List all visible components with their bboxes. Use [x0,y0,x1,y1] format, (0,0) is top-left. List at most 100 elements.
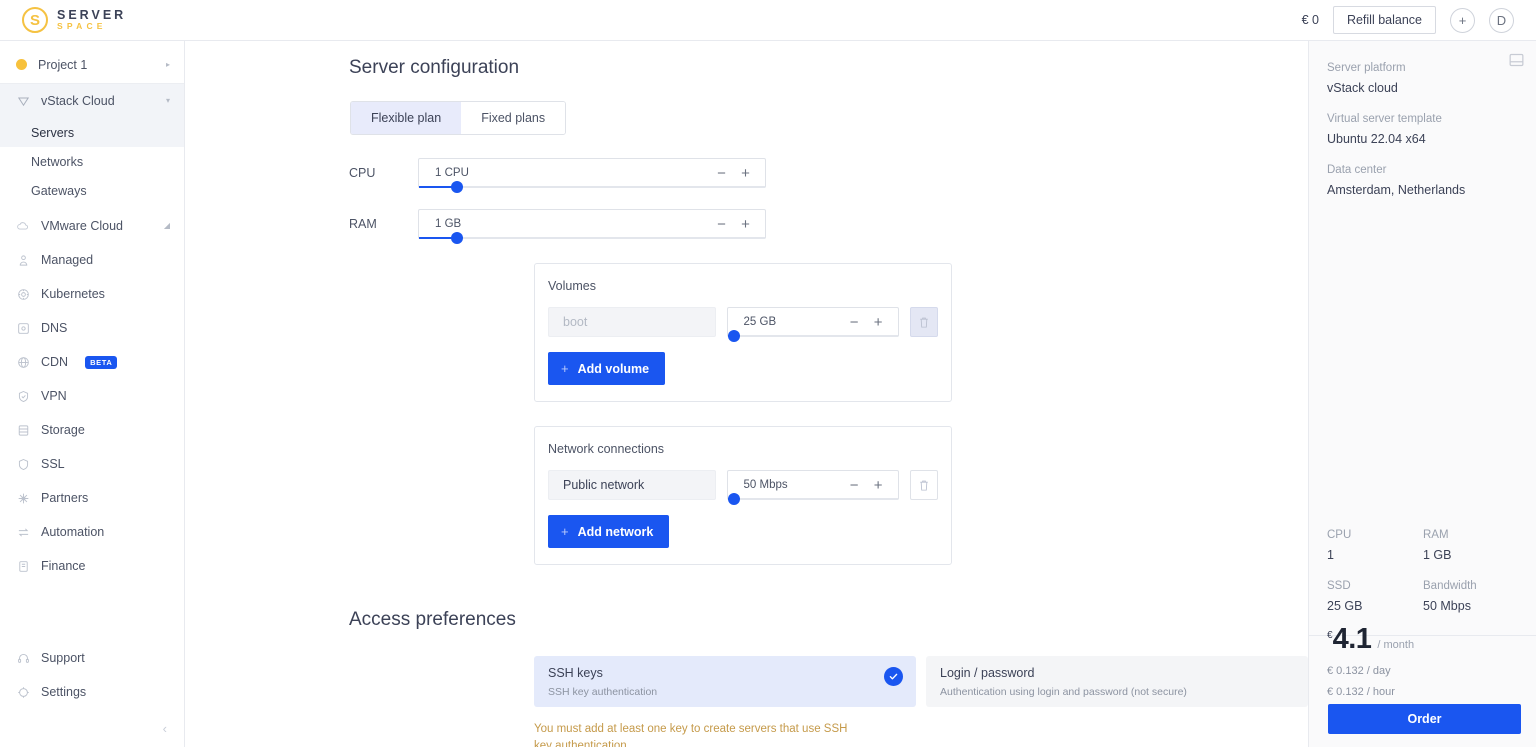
tab-fixed-plans[interactable]: Fixed plans [461,102,566,134]
summary-block-template: Virtual server template Ubuntu 22.04 x64 [1327,113,1518,146]
price-amount: 4.1 [1332,623,1372,655]
access-card-subtitle-login: Authentication using login and password … [940,686,1187,698]
cpu-slider-thumb[interactable] [451,181,464,193]
sidebar-item-vpn[interactable]: VPN [0,379,184,413]
sidebar: Project 1 ▸ vStack Cloud ▾ Servers Netwo… [0,41,185,747]
trash-icon [920,480,928,491]
sidebar-item-label-kubernetes: Kubernetes [41,287,105,301]
main-content: Server configuration Flexible plan Fixed… [185,41,1308,747]
ram-slider-thumb[interactable] [451,232,464,244]
ram-increment-button[interactable]: + [738,217,753,232]
access-preference-cards: SSH keys SSH key authentication Login / … [534,656,1308,707]
sidebar-item-project[interactable]: Project 1 ▸ [0,48,184,84]
cpu-row: CPU 1 CPU − + [349,158,1308,193]
tab-flexible-plan[interactable]: Flexible plan [351,102,462,134]
sidebar-item-settings[interactable]: Settings [0,675,184,709]
sidebar-item-partners[interactable]: Partners [0,481,184,515]
summary-key-template: Virtual server template [1327,113,1442,125]
ram-stepper[interactable]: 1 GB − + [418,209,766,244]
sidebar-item-vmware-cloud[interactable]: VMware Cloud ◢ [0,209,184,243]
network-speed-value: 50 Mbps [743,479,788,491]
volume-delete-button[interactable] [909,307,938,337]
volume-size-stepper[interactable]: 25 GB − + [726,307,899,342]
top-bar: S SERVER SPACE € 0 Refill balance + D [0,0,1536,41]
sidebar-item-label-vpn: VPN [41,389,67,403]
project-dot-icon [16,59,27,70]
sidebar-group-label-vstack: vStack Cloud [41,94,115,108]
price-per-day: € 0.132 / day [1327,665,1391,677]
sidebar-item-label-support: Support [41,651,85,665]
spec-key-ram: RAM [1423,529,1449,541]
network-stepper-buttons: − + [847,478,898,493]
cpu-stepper[interactable]: 1 CPU − + [418,158,766,193]
add-button[interactable]: + [1450,7,1475,33]
access-card-login-password[interactable]: Login / password Authentication using lo… [926,656,1308,707]
network-name-input[interactable]: Public network [548,470,716,500]
sidebar-item-dns[interactable]: DNS [0,311,184,345]
sidebar-group-vstack-cloud[interactable]: vStack Cloud ▾ [0,84,184,118]
spec-key-bandwidth: Bandwidth [1423,580,1477,592]
access-card-title-ssh: SSH keys [548,666,603,680]
network-decrement-button[interactable]: − [847,478,862,493]
network-speed-stepper[interactable]: 50 Mbps − + [726,470,899,505]
ssl-icon [16,457,30,471]
network-increment-button[interactable]: + [871,478,886,493]
volume-increment-button[interactable]: + [871,315,886,330]
sidebar-item-gateways[interactable]: Gateways [0,176,184,205]
add-network-button[interactable]: + Add network [548,515,670,548]
network-slider-thumb[interactable] [728,493,741,505]
sidebar-item-automation[interactable]: Automation [0,515,184,549]
sidebar-item-storage[interactable]: Storage [0,413,184,447]
sidebar-item-label-managed: Managed [41,253,94,267]
refill-balance-button[interactable]: Refill balance [1332,6,1436,34]
gear-icon [16,685,30,699]
sidebar-item-networks[interactable]: Networks [0,147,184,176]
order-button[interactable]: Order [1328,704,1521,734]
sidebar-item-label-networks: Networks [31,154,84,169]
volume-decrement-button[interactable]: − [847,315,862,330]
ram-slider-track[interactable] [419,232,765,244]
chevron-down-icon: ▾ [165,96,170,105]
cpu-slider-track[interactable] [419,181,765,193]
sidebar-item-support[interactable]: Support [0,641,184,675]
spec-cpu: CPU 1 [1327,529,1423,562]
sidebar-item-label-dns: DNS [41,321,68,335]
brand-logo[interactable]: S SERVER SPACE [22,7,126,33]
sidebar-item-kubernetes[interactable]: Kubernetes [0,277,184,311]
sidebar-item-ssl[interactable]: SSL [0,447,184,481]
cpu-increment-button[interactable]: + [738,166,753,181]
sidebar-item-finance[interactable]: Finance [0,549,184,583]
storage-icon [16,423,30,437]
cdn-icon [16,355,30,369]
check-icon [884,667,903,686]
volume-slider-track[interactable] [727,330,898,342]
headset-icon [16,651,30,665]
access-card-ssh-keys[interactable]: SSH keys SSH key authentication [534,656,916,707]
spec-value-ram: 1 GB [1423,548,1452,562]
access-card-title-login: Login / password [940,666,1035,680]
volume-size-value: 25 GB [743,316,777,328]
logo-icon: S [22,7,48,33]
dns-icon [16,321,30,335]
summary-value-platform: vStack cloud [1327,81,1398,95]
ram-decrement-button[interactable]: − [714,217,729,232]
spec-key-cpu: CPU [1327,529,1352,541]
volume-slider-thumb[interactable] [728,330,741,342]
sidebar-item-label-settings: Settings [41,685,87,699]
add-volume-button[interactable]: + Add volume [548,352,666,385]
specs-grid: CPU 1 RAM 1 GB SSD 25 GB Bandwidth 50 Mb… [1327,529,1519,613]
sidebar-item-cdn[interactable]: CDN BETA [0,345,184,379]
network-slider-track[interactable] [727,493,898,505]
network-delete-button[interactable] [909,470,938,500]
plan-tabs: Flexible plan Fixed plans [350,101,567,135]
ram-row: RAM 1 GB − + [349,209,1308,244]
cpu-decrement-button[interactable]: − [714,166,729,181]
network-connections-panel: Network connections Public network 50 Mb… [534,426,952,565]
volume-name-input[interactable]: boot [548,307,716,337]
sidebar-collapse-button[interactable]: ‹ [0,709,185,747]
sidebar-item-servers[interactable]: Servers [0,118,184,147]
panel-toggle-icon[interactable] [1509,53,1524,72]
sidebar-item-managed[interactable]: Managed [0,243,184,277]
price-currency: € [1327,630,1333,641]
avatar[interactable]: D [1489,7,1514,33]
